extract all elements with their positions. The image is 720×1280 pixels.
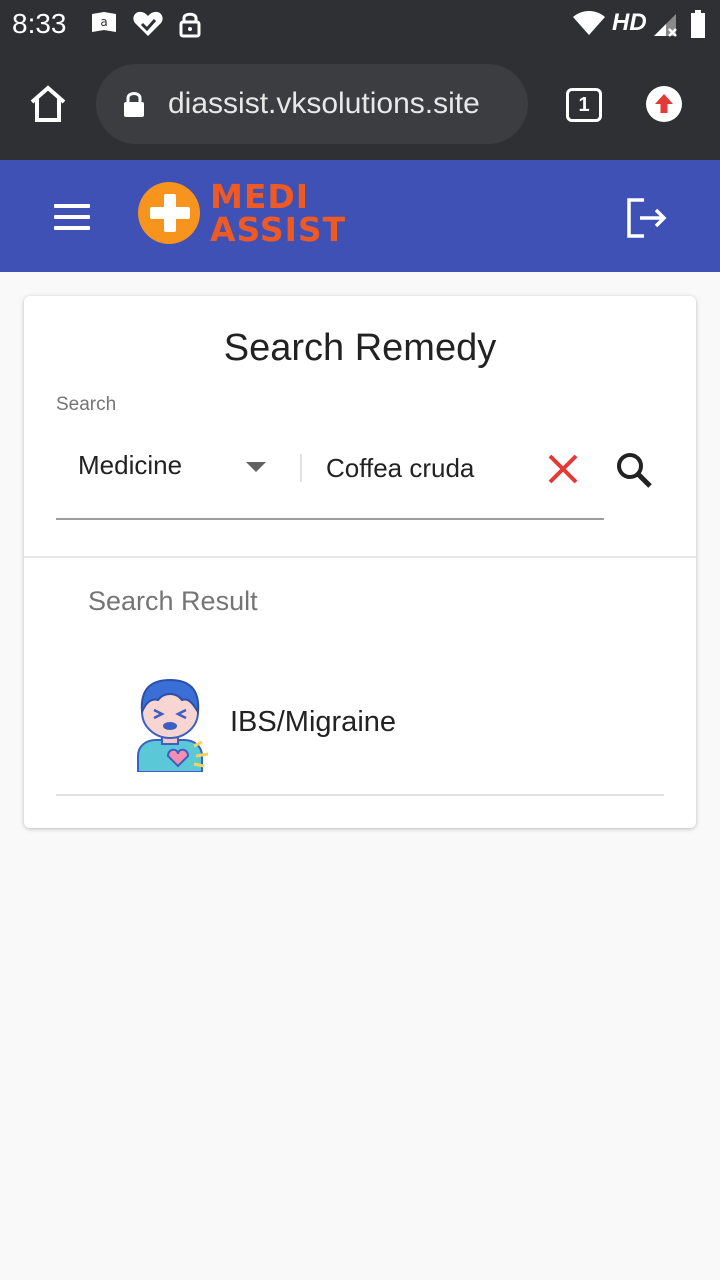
- url-text[interactable]: diassist.vksolutions.site: [168, 86, 480, 122]
- wifi-icon: [573, 11, 605, 35]
- field-divider: [300, 454, 302, 482]
- hamburger-menu-button[interactable]: [54, 204, 90, 230]
- lock-icon: [179, 12, 201, 38]
- sick-person-icon: [137, 678, 209, 772]
- logout-icon[interactable]: [626, 198, 670, 238]
- amazon-icon: a: [92, 12, 116, 32]
- page-title: Search Remedy: [223, 327, 497, 369]
- clear-icon[interactable]: [546, 452, 580, 486]
- search-type-value: Medicine: [78, 450, 183, 480]
- hamburger-icon: [54, 204, 90, 208]
- upload-icon: [655, 94, 673, 113]
- logo-line-1: MEDI: [210, 177, 310, 216]
- medi-assist-logo: MEDI ASSIST: [138, 180, 368, 250]
- search-input[interactable]: [326, 446, 536, 490]
- result-item-label: IBS/Migraine: [230, 706, 397, 738]
- browser-toolbar: diassist.vksolutions.site 1: [0, 48, 720, 160]
- lock-icon: [124, 92, 144, 117]
- search-input-underline: [56, 518, 604, 520]
- search-result-heading: Search Result: [88, 586, 258, 616]
- svg-text:a: a: [100, 15, 107, 29]
- search-remedy-card: Search Remedy Search Medicine Search Res…: [24, 296, 696, 828]
- heart-check-icon: [133, 11, 163, 37]
- tab-switcher-button[interactable]: 1: [566, 88, 602, 122]
- home-icon[interactable]: [28, 84, 68, 124]
- chevron-down-icon: [246, 462, 266, 472]
- plus-icon: [138, 182, 200, 244]
- search-icon[interactable]: [614, 450, 654, 490]
- status-bar: 8:33 a HD: [0, 0, 720, 48]
- signal-icon: [654, 14, 677, 37]
- search-label: Search: [56, 394, 117, 415]
- result-item-divider: [56, 794, 664, 796]
- upload-button[interactable]: [646, 86, 682, 122]
- card-divider: [24, 556, 696, 558]
- battery-icon: [691, 10, 705, 38]
- network-type-label: HD: [612, 9, 647, 36]
- logo-text: MEDI ASSIST: [210, 180, 346, 246]
- list-item[interactable]: IBS/Migraine: [56, 666, 664, 796]
- address-bar[interactable]: diassist.vksolutions.site: [96, 64, 528, 144]
- search-type-select[interactable]: Medicine: [56, 446, 296, 490]
- logo-line-2: ASSIST: [210, 210, 347, 249]
- status-time: 8:33: [12, 8, 67, 39]
- app-header: MEDI ASSIST: [0, 160, 720, 272]
